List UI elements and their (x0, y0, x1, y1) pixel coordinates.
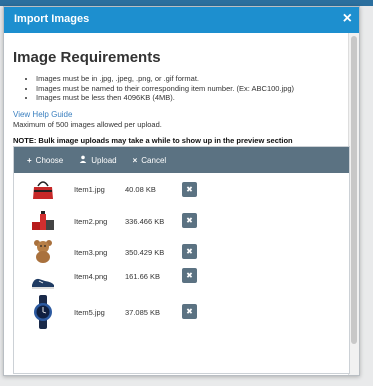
cancel-button[interactable]: × Cancel (130, 154, 170, 167)
file-row: Item1.jpg 40.08 KB ✖ (14, 173, 349, 205)
handbag-icon (33, 181, 53, 199)
remove-file-button[interactable]: ✖ (182, 244, 197, 259)
upload-icon (79, 155, 87, 165)
cosmetics-set-icon (32, 211, 54, 230)
bulk-upload-note: NOTE: Bulk image uploads may take a whil… (13, 136, 293, 145)
requirement-item: Images must be less then 4096KB (4MB). (36, 93, 294, 103)
requirements-list: Images must be in .jpg, .jpeg, .png, or … (12, 74, 294, 103)
plus-icon: + (27, 155, 32, 165)
file-list: Item1.jpg 40.08 KB ✖ Item2.png 336.466 K… (14, 173, 349, 334)
file-row: Item4.png 161.66 KB ✖ (14, 265, 349, 292)
file-size: 37.085 KB (125, 308, 161, 317)
file-row: Item5.jpg 37.085 KB ✖ (14, 292, 349, 334)
requirement-item: Images must be in .jpg, .jpeg, .png, or … (36, 74, 294, 84)
scrollbar-thumb[interactable] (351, 36, 357, 344)
dialog-titlebar: Import Images × (4, 7, 359, 33)
teddy-bear-icon (34, 240, 52, 263)
requirement-item: Images must be named to their correspond… (36, 84, 294, 94)
help-guide-link[interactable]: View Help Guide (13, 110, 72, 119)
cancel-label: Cancel (141, 155, 167, 165)
file-name: Item1.jpg (74, 185, 105, 194)
file-size: 161.66 KB (125, 272, 161, 281)
requirements-heading: Image Requirements (13, 49, 161, 66)
import-images-dialog: Import Images × Image Requirements Image… (3, 6, 360, 376)
close-icon[interactable]: × (343, 10, 352, 28)
file-name: Item3.png (74, 248, 108, 257)
file-size: 350.429 KB (125, 248, 165, 257)
remove-file-button[interactable]: ✖ (182, 304, 197, 319)
sneaker-icon (32, 278, 54, 289)
wristwatch-icon (34, 295, 52, 329)
upload-label: Upload (91, 155, 117, 165)
uploader-toolbar: + Choose Upload × Cancel (14, 147, 349, 173)
choose-label: Choose (35, 155, 64, 165)
file-size: 336.466 KB (125, 217, 165, 226)
cancel-icon: × (132, 155, 138, 165)
choose-button[interactable]: + Choose (24, 154, 66, 167)
file-row: Item3.png 350.429 KB ✖ (14, 235, 349, 265)
upload-button[interactable]: Upload (76, 153, 119, 167)
file-name: Item4.png (74, 272, 108, 281)
remove-file-button[interactable]: ✖ (182, 268, 197, 283)
file-size: 40.08 KB (125, 185, 156, 194)
remove-file-button[interactable]: ✖ (182, 182, 197, 197)
file-row: Item2.png 336.466 KB ✖ (14, 205, 349, 235)
dialog-title: Import Images (14, 13, 90, 25)
file-name: Item2.png (74, 217, 108, 226)
file-name: Item5.jpg (74, 308, 105, 317)
max-upload-note: Maximum of 500 images allowed per upload… (13, 120, 162, 129)
file-uploader: + Choose Upload × Cancel Item1.jpg 40.08… (13, 146, 350, 374)
dialog-content: Image Requirements Images must be in .jp… (4, 33, 350, 375)
remove-file-button[interactable]: ✖ (182, 213, 197, 228)
